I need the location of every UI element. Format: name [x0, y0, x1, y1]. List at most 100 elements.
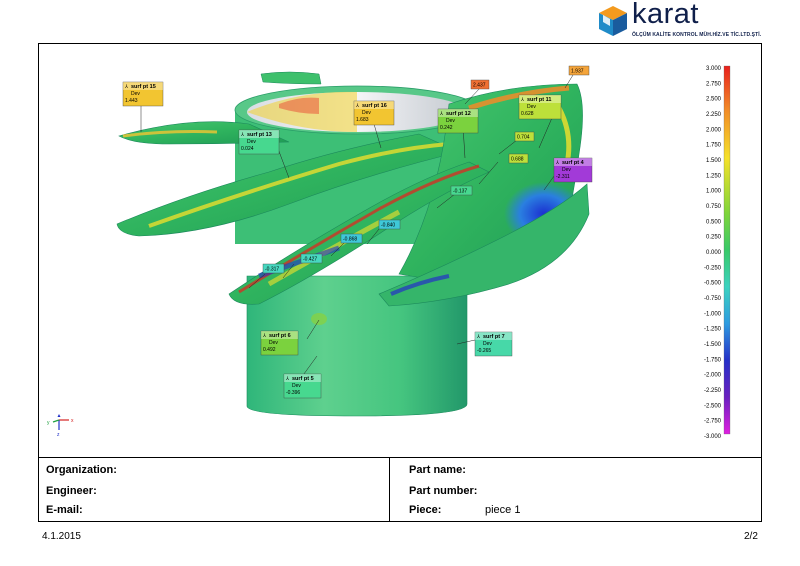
- annotation-label: Dev: [292, 383, 301, 389]
- annotation-value: -0.137: [453, 189, 467, 195]
- info-divider: [389, 458, 390, 522]
- annotation-label: Dev: [247, 139, 256, 145]
- axis-y-label: y: [47, 420, 50, 426]
- annotation-pt-m0868[interactable]: -0.868: [340, 233, 363, 244]
- annotation-title: surf pt 7: [483, 334, 505, 340]
- scale-tick-label: -2.750: [704, 419, 722, 425]
- scale-tick-label: -1.250: [704, 327, 722, 333]
- scale-tick-label: -0.500: [704, 281, 722, 287]
- scale-tick-label: -1.500: [704, 342, 722, 348]
- company-logo: karat ÖLÇÜM KALİTE KONTROL MÜH.HİZ.VE Tİ…: [596, 0, 761, 38]
- axis-x-label: x: [71, 418, 74, 424]
- piece-label: Piece:: [409, 504, 442, 516]
- annotation-surf-pt-15[interactable]: ⅄ surf pt 15Dev1.443: [122, 81, 164, 107]
- scale-tick-label: 3.000: [706, 66, 722, 72]
- annotation-pt-0688[interactable]: 0.688: [508, 153, 529, 164]
- scale-tick-label: 2.500: [706, 97, 722, 103]
- annotation-pt-m0137[interactable]: -0.137: [450, 185, 473, 196]
- annotation-value: -0.840: [381, 223, 395, 229]
- annotation-surf-pt-6[interactable]: ⅄ surf pt 6Dev0.492: [260, 330, 299, 356]
- annotation-surf-pt-16[interactable]: ⅄ surf pt 16Dev1.683: [353, 100, 395, 126]
- annotation-surf-pt-11[interactable]: ⅄ surf pt 11Dev0.628: [518, 94, 562, 120]
- annotation-pt-m0840[interactable]: -0.840: [378, 219, 401, 230]
- annotation-value: 0.628: [521, 111, 534, 117]
- logo-cube-icon: [599, 6, 627, 36]
- annotation-value: -2.311: [556, 174, 570, 180]
- scale-tick-label: 1.750: [706, 143, 722, 149]
- annotation-pt-m0427[interactable]: -0.427: [300, 253, 323, 264]
- scale-tick-label: -3.000: [704, 434, 722, 440]
- email-label: E-mail:: [46, 504, 83, 516]
- annotation-value: 2.437: [473, 83, 486, 89]
- annotation-value: -0.396: [286, 390, 300, 396]
- logo-subtitle: ÖLÇÜM KALİTE KONTROL MÜH.HİZ.VE TİC.LTD.…: [632, 32, 762, 38]
- 3d-viewport[interactable]: 3.000 2.750 2.500 2.250 2.000 1.750 1.500 1.250…: [39, 44, 761, 457]
- annotation-label: Dev: [483, 341, 492, 347]
- annotation-pt-2437[interactable]: 2.437: [470, 79, 490, 90]
- scale-tick-label: 0.000: [706, 250, 722, 256]
- logo-wordmark: karat: [632, 0, 699, 30]
- annotation-label: Dev: [446, 118, 455, 124]
- report-info-table: Organization: Engineer: E-mail: Part nam…: [39, 457, 761, 522]
- report-date: 4.1.2015: [42, 531, 81, 542]
- scale-tick-label: -0.250: [704, 265, 722, 271]
- annotation-title: surf pt 6: [269, 333, 291, 339]
- scale-tick-label: -2.500: [704, 403, 722, 409]
- scale-tick-label: 1.000: [706, 189, 722, 195]
- annotation-surf-pt-4[interactable]: ⅄ surf pt 4Dev-2.311: [553, 157, 593, 183]
- annotation-surf-pt-12[interactable]: ⅄ surf pt 12Dev0.242: [437, 108, 479, 134]
- annotation-label: Dev: [269, 340, 278, 346]
- organization-label: Organization:: [46, 464, 117, 476]
- annotation-value: -0.265: [477, 348, 491, 354]
- scale-tick-label: -1.000: [704, 311, 722, 317]
- piece-value: piece 1: [485, 504, 521, 516]
- annotation-surf-pt-5[interactable]: ⅄ surf pt 5Dev-0.396: [283, 373, 322, 399]
- annotation-title: surf pt 11: [527, 97, 551, 103]
- scale-tick-label: 0.250: [706, 235, 722, 241]
- annotation-title: surf pt 16: [362, 103, 387, 109]
- annotation-label: Dev: [131, 91, 140, 97]
- annotation-title: surf pt 15: [131, 84, 156, 90]
- scale-tick-label: 0.500: [706, 219, 722, 225]
- annotation-title: surf pt 4: [562, 160, 585, 166]
- annotation-title: surf pt 13: [247, 132, 272, 138]
- page-number: 2/2: [744, 531, 758, 542]
- impeller-model[interactable]: [116, 71, 590, 417]
- annotation-label: Dev: [562, 167, 571, 173]
- annotation-value: 1.683: [356, 117, 369, 123]
- annotation-pt-m0317[interactable]: -0.317: [262, 263, 285, 274]
- axis-triad-icon: x z y: [47, 414, 74, 438]
- annotation-value: -0.868: [343, 237, 357, 243]
- part-name-label: Part name:: [409, 464, 466, 476]
- scale-tick-label: 1.250: [706, 173, 722, 179]
- scale-tick-label: -2.000: [704, 373, 722, 379]
- scale-tick-label: 2.000: [706, 127, 722, 133]
- annotation-pt-0704[interactable]: 0.704: [514, 131, 535, 142]
- annotation-title: surf pt 12: [446, 111, 471, 117]
- annotation-surf-pt-13[interactable]: ⅄ surf pt 13Dev0.024: [238, 129, 280, 155]
- scale-tick-label: -2.250: [704, 388, 722, 394]
- annotation-value: 0.492: [263, 347, 276, 353]
- scale-tick-label: -1.750: [704, 357, 722, 363]
- annotation-surf-pt-7[interactable]: ⅄ surf pt 7Dev-0.265: [474, 331, 513, 357]
- annotation-value: 0.704: [517, 135, 530, 141]
- annotation-value: -0.427: [303, 257, 317, 263]
- annotation-title: surf pt 5: [292, 376, 314, 382]
- annotation-pt-1937[interactable]: 1.937: [568, 65, 590, 76]
- annotation-value: 1.937: [571, 69, 584, 75]
- scale-tick-label: 2.250: [706, 112, 722, 118]
- scale-tick-label: 0.750: [706, 204, 722, 210]
- axis-z-label: z: [57, 432, 60, 438]
- engineer-label: Engineer:: [46, 485, 97, 497]
- deviation-color-scale: 3.000 2.750 2.500 2.250 2.000 1.750 1.500 1.250…: [704, 65, 731, 440]
- scale-tick-label: 1.500: [706, 158, 722, 164]
- annotation-value: 1.443: [125, 98, 138, 104]
- annotation-value: 0.242: [440, 125, 453, 131]
- annotation-label: Dev: [527, 104, 536, 110]
- annotation-value: 0.688: [511, 157, 524, 163]
- annotation-label: Dev: [362, 110, 371, 116]
- scale-tick-label: -0.750: [704, 296, 722, 302]
- scale-tick-label: 2.750: [706, 81, 722, 87]
- annotation-value: -0.317: [265, 267, 279, 273]
- part-number-label: Part number:: [409, 485, 478, 497]
